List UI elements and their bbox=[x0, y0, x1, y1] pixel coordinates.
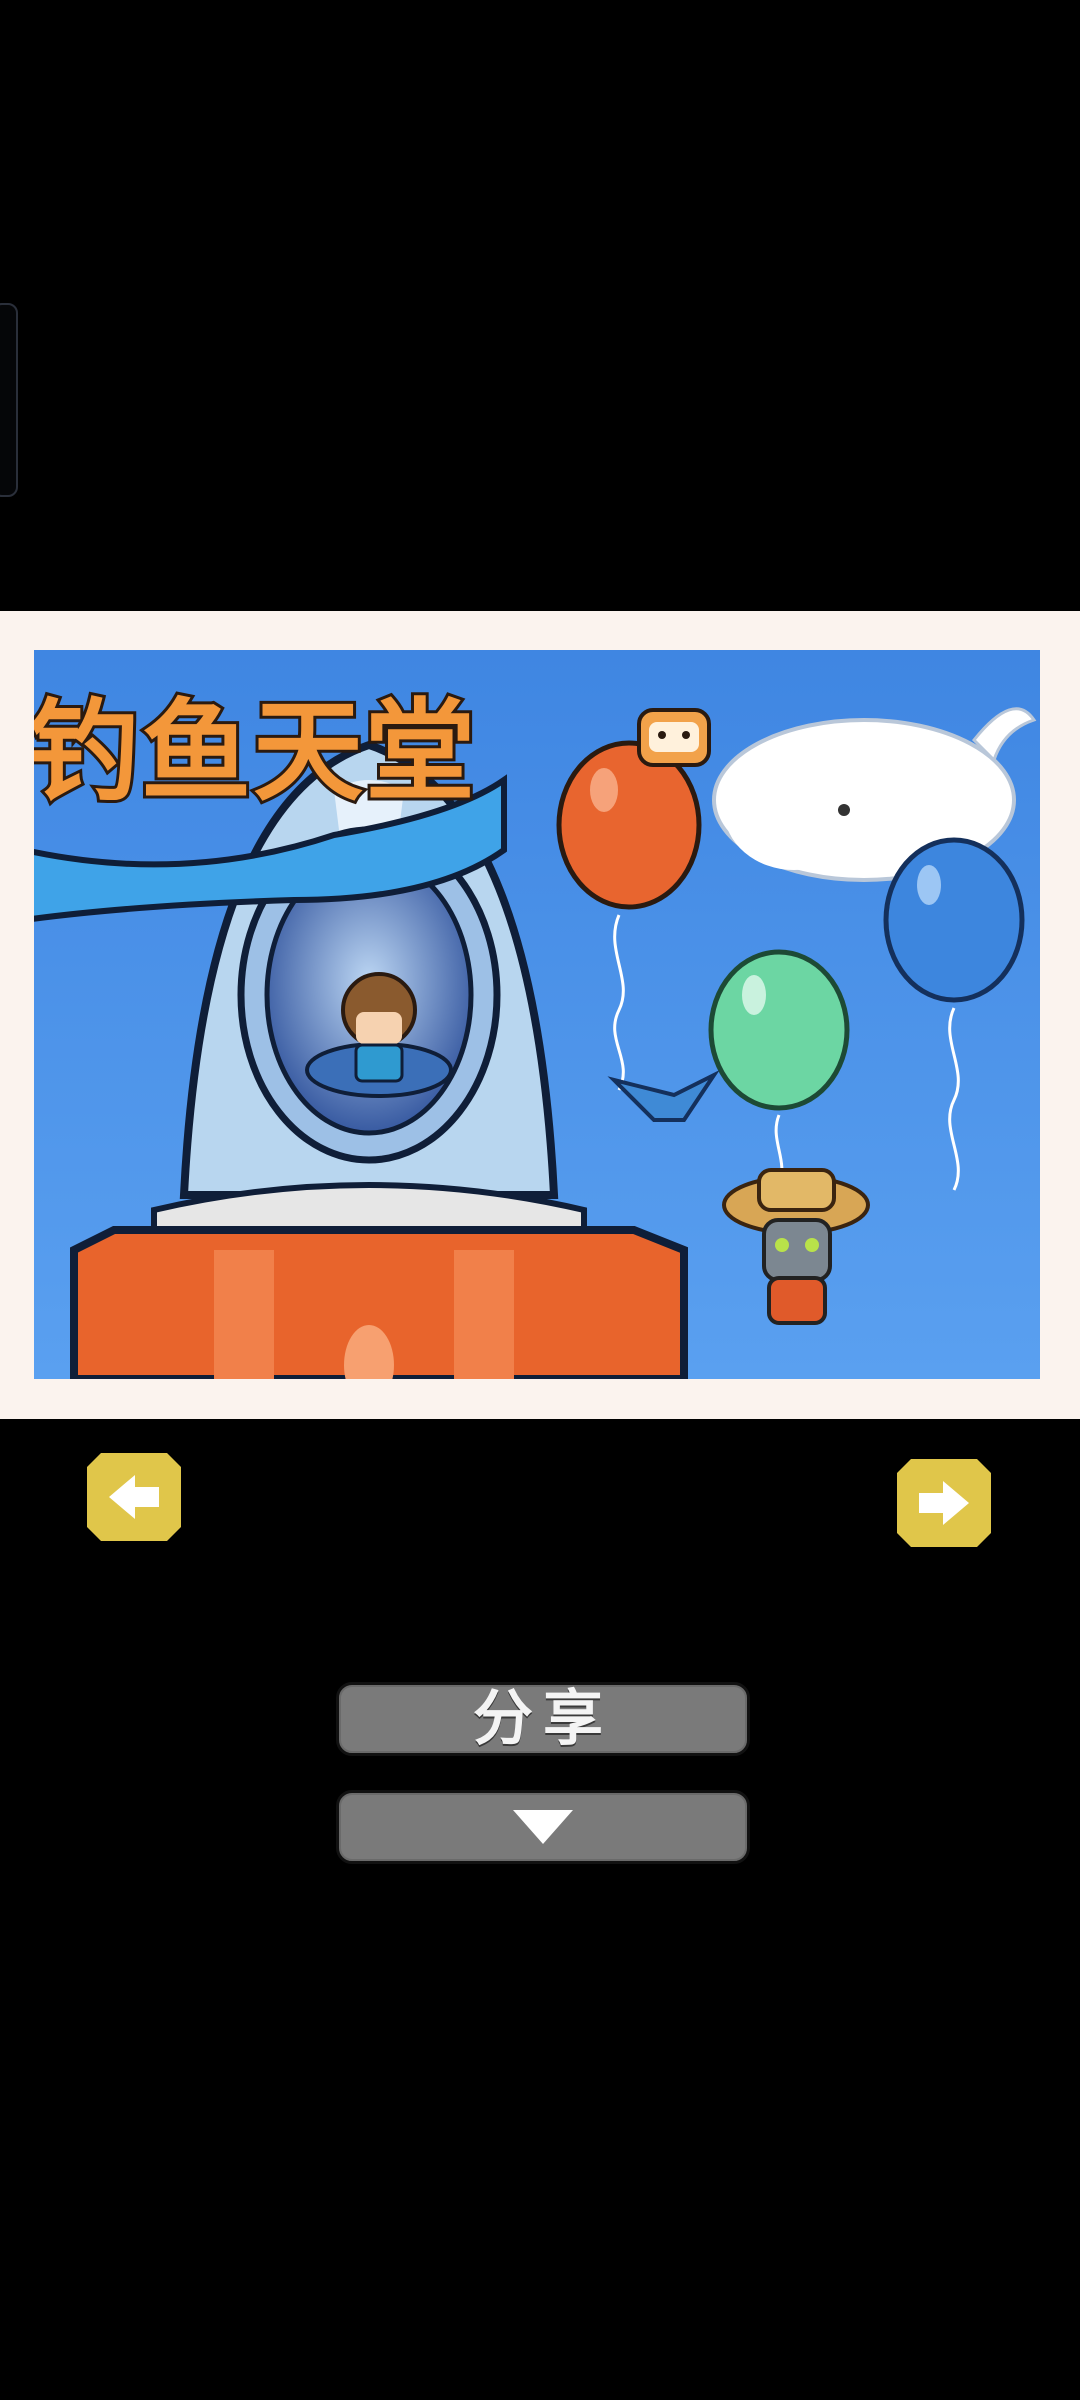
share-button-label: 分享 bbox=[473, 1684, 613, 1754]
next-button[interactable] bbox=[897, 1459, 991, 1547]
cat-on-balloon bbox=[637, 708, 711, 767]
game-screenshot: 钓鱼天堂 bbox=[34, 650, 1040, 1379]
game-artwork: 钓鱼天堂 bbox=[34, 650, 1040, 1379]
game-title-text: 钓鱼天堂 bbox=[34, 688, 477, 816]
arrow-right-icon bbox=[897, 1459, 991, 1547]
arrow-left-icon bbox=[87, 1453, 181, 1541]
expand-button[interactable] bbox=[336, 1790, 750, 1864]
game-title-logo: 钓鱼天堂 bbox=[34, 685, 507, 922]
side-panel-tab[interactable] bbox=[0, 303, 18, 497]
share-button[interactable]: 分享 bbox=[336, 1682, 750, 1756]
previous-button[interactable] bbox=[87, 1453, 181, 1541]
triangle-down-icon bbox=[513, 1810, 573, 1844]
